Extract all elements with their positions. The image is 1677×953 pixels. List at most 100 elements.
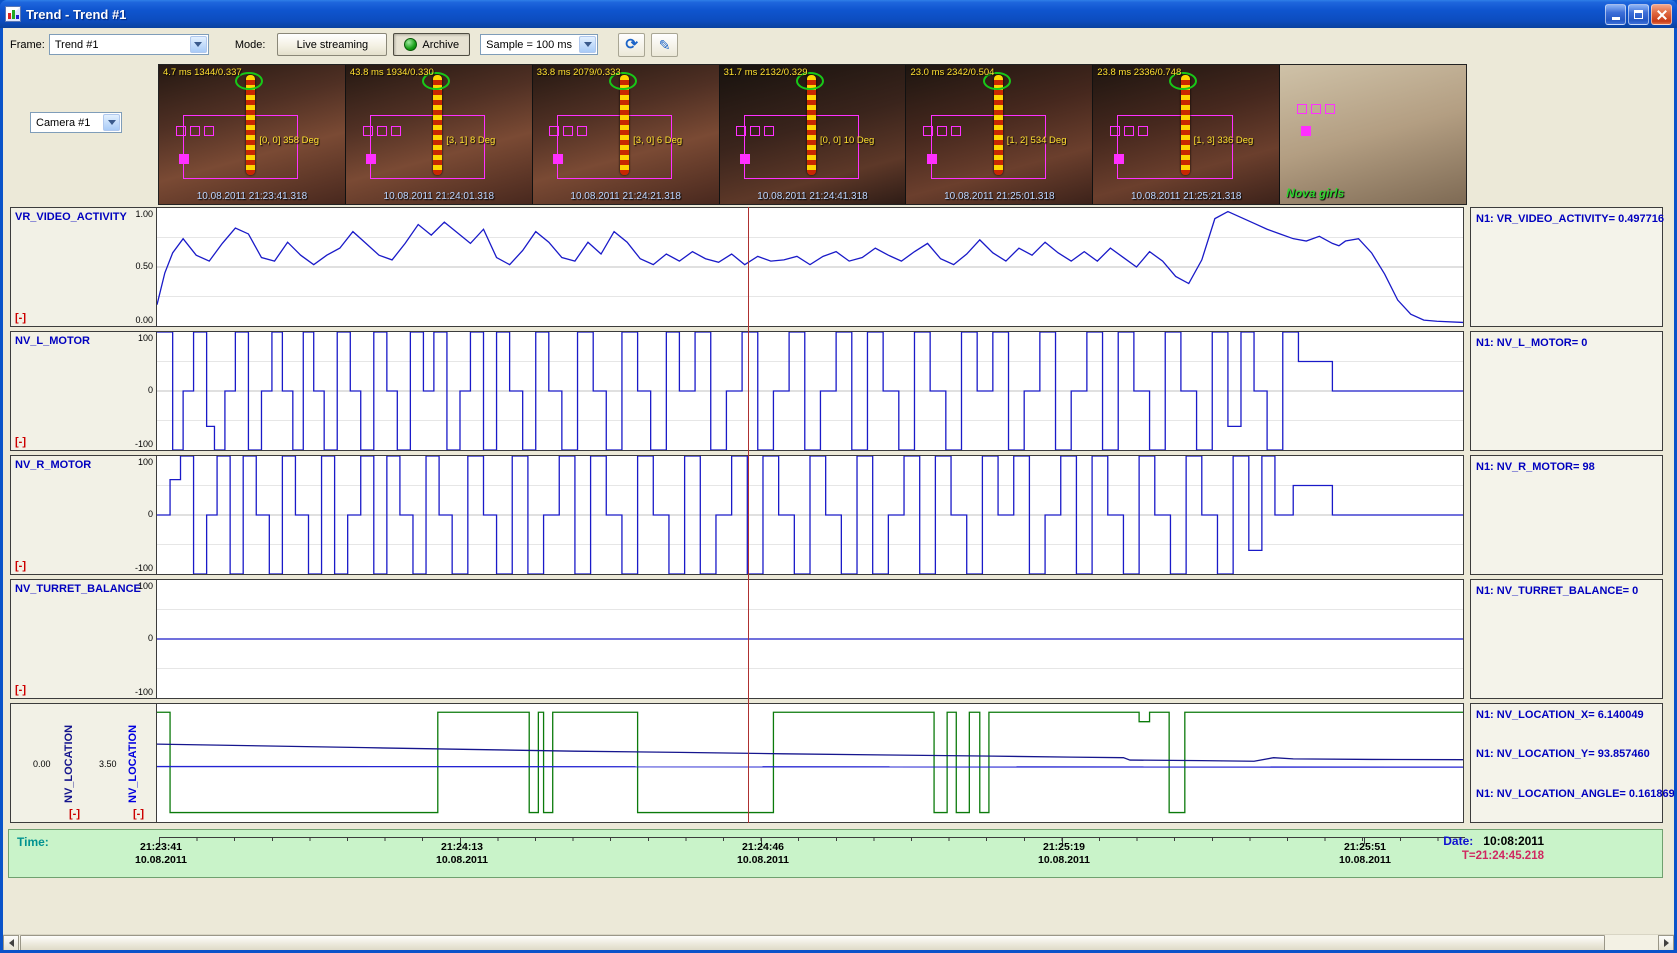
refresh-button[interactable]: ⟳ xyxy=(618,33,645,57)
camera-frame-5[interactable]: 23.0 ms 2342/0.504 [1, 2] 534 Deg 10.08.… xyxy=(906,65,1093,204)
detection-marker-icon xyxy=(1114,154,1124,164)
collapse-button[interactable]: [-] xyxy=(15,436,26,448)
frame-stats: 23.0 ms 2342/0.504 xyxy=(910,67,1090,78)
time-cursor[interactable] xyxy=(748,207,749,823)
camera-select[interactable]: Camera #1 xyxy=(30,112,122,133)
signal-name: NV_TURRET_BALANCE xyxy=(15,583,141,595)
time-tick: 21:25:1910.08.2011 xyxy=(1014,841,1114,867)
readout-panel-nv-turret-balance: N1: NV_TURRET_BALANCE= 0 xyxy=(1470,579,1663,699)
readout-panel-nv-r-motor: N1: NV_R_MOTOR= 98 xyxy=(1470,455,1663,575)
trend-line-chart xyxy=(157,704,1463,822)
frame-angle: [0, 0] 358 Deg xyxy=(259,135,319,146)
scale-min: -100 xyxy=(135,439,153,449)
pane-label-panel: NV_TURRET_BALANCE 100 0 -100 [-] xyxy=(11,580,157,698)
archive-button[interactable]: Archive xyxy=(393,33,470,56)
camera-frame-3[interactable]: 33.8 ms 2079/0.333 [3, 0] 6 Deg 10.08.20… xyxy=(533,65,720,204)
scale-min: 0.00 xyxy=(135,315,153,325)
detection-zone-icon xyxy=(931,115,1046,179)
plot-area-vr-video-activity[interactable] xyxy=(157,208,1463,326)
detection-marker-icon xyxy=(366,154,376,164)
frame-angle: [0, 0] 10 Deg xyxy=(820,135,874,146)
plot-area-nv-location[interactable] xyxy=(157,704,1463,822)
detection-zone-icon xyxy=(183,115,298,179)
close-icon xyxy=(1652,5,1671,24)
signal-readout: N1: NV_R_MOTOR= 98 xyxy=(1476,461,1595,473)
close-button[interactable] xyxy=(1651,4,1672,25)
camera-frame-7[interactable]: Nova girls xyxy=(1280,65,1466,204)
collapse-button[interactable]: [-] xyxy=(133,808,144,820)
scale-min: -100 xyxy=(135,687,153,697)
pane-label-panel: VR_VIDEO_ACTIVITY 1.00 0.50 0.00 [-] xyxy=(11,208,157,326)
detection-marker-icon xyxy=(1301,126,1311,136)
signal-name: NV_R_MOTOR xyxy=(15,459,91,471)
camera-frame-2[interactable]: 43.8 ms 1934/0.330 [3, 1] 8 Deg 10.08.20… xyxy=(346,65,533,204)
chevron-down-icon[interactable] xyxy=(190,36,207,53)
detection-squares-icon xyxy=(549,126,587,136)
chevron-down-icon[interactable] xyxy=(103,114,120,131)
frame-timestamp: 10.08.2011 21:23:41.318 xyxy=(159,191,345,202)
scrollbar-thumb[interactable] xyxy=(20,935,1605,951)
detection-squares-icon xyxy=(176,126,214,136)
collapse-button[interactable]: [-] xyxy=(15,312,26,324)
frame-angle: [3, 1] 8 Deg xyxy=(446,135,495,146)
scale-max: 1.00 xyxy=(135,209,153,219)
detection-squares-icon xyxy=(1110,126,1148,136)
arrow-right-icon xyxy=(1664,939,1669,947)
axis2-scale: 3.50 xyxy=(99,759,117,769)
maximize-icon xyxy=(1634,10,1643,19)
detection-marker-icon xyxy=(740,154,750,164)
time-tick: 21:25:5110.08.2011 xyxy=(1315,841,1415,867)
sample-select[interactable]: Sample = 100 ms xyxy=(480,34,598,55)
frame-stats: 33.8 ms 2079/0.333 xyxy=(537,67,717,78)
live-streaming-button[interactable]: Live streaming xyxy=(277,33,387,56)
arrow-left-icon xyxy=(9,939,14,947)
window-title: Trend - Trend #1 xyxy=(26,7,126,22)
scroll-right-button[interactable] xyxy=(1658,935,1674,951)
pane-label-panel: NV_L_MOTOR 100 0 -100 [-] xyxy=(11,332,157,450)
scale-mid: 0 xyxy=(148,509,153,519)
refresh-icon: ⟳ xyxy=(625,37,638,52)
detection-marker-icon xyxy=(553,154,563,164)
trend-pane-nv-location: 0.00 NV_LOCATION 3.50 NV_LOCATION [-] [-… xyxy=(10,703,1464,823)
pen-icon: ✎ xyxy=(659,38,671,52)
camera-frame-4[interactable]: 31.7 ms 2132/0.329 [0, 0] 10 Deg 10.08.2… xyxy=(720,65,907,204)
detection-zone-icon xyxy=(370,115,485,179)
frame-angle: [3, 0] 6 Deg xyxy=(633,135,682,146)
scale-min: -100 xyxy=(135,563,153,573)
minimize-button[interactable] xyxy=(1605,4,1626,25)
frame-select[interactable]: Trend #1 xyxy=(49,34,209,55)
edit-button[interactable]: ✎ xyxy=(651,33,678,57)
plot-area-nv-turret-balance[interactable] xyxy=(157,580,1463,698)
maximize-button[interactable] xyxy=(1628,4,1649,25)
collapse-button[interactable]: [-] xyxy=(69,808,80,820)
date-label: Date: xyxy=(1443,834,1473,848)
plot-area-nv-r-motor[interactable] xyxy=(157,456,1463,574)
trend-pane-nv-l-motor: NV_L_MOTOR 100 0 -100 [-] xyxy=(10,331,1464,451)
camera-frame-6[interactable]: 23.8 ms 2336/0.748 [1, 3] 336 Deg 10.08.… xyxy=(1093,65,1280,204)
collapse-button[interactable]: [-] xyxy=(15,684,26,696)
frame-stats: 23.8 ms 2336/0.748 xyxy=(1097,67,1277,78)
trend-pane-vr-video-activity: VR_VIDEO_ACTIVITY 1.00 0.50 0.00 [-] xyxy=(10,207,1464,327)
axis1-label: NV_LOCATION xyxy=(63,718,75,810)
detection-squares-icon xyxy=(363,126,401,136)
chevron-down-icon[interactable] xyxy=(579,36,596,53)
frame-select-value: Trend #1 xyxy=(55,39,99,51)
axis2-label: NV_LOCATION xyxy=(127,718,139,810)
trend-line-chart xyxy=(157,332,1463,450)
signal-readout: N1: NV_LOCATION_ANGLE= 0.161869 xyxy=(1476,788,1675,800)
scroll-left-button[interactable] xyxy=(3,935,19,951)
axis1-scale: 0.00 xyxy=(33,759,51,769)
video-thumbnail-strip: 4.7 ms 1344/0.337 [0, 0] 358 Deg 10.08.2… xyxy=(158,64,1467,205)
minimize-icon xyxy=(1612,17,1620,20)
signal-readout: N1: VR_VIDEO_ACTIVITY= 0.497716 xyxy=(1476,213,1664,225)
horizontal-scrollbar[interactable] xyxy=(3,934,1674,950)
title-bar[interactable]: Trend - Trend #1 xyxy=(0,0,1677,28)
readout-panel-nv-l-motor: N1: NV_L_MOTOR= 0 xyxy=(1470,331,1663,451)
collapse-button[interactable]: [-] xyxy=(15,560,26,572)
signal-readout: N1: NV_LOCATION_Y= 93.857460 xyxy=(1476,748,1650,760)
camera-frame-1[interactable]: 4.7 ms 1344/0.337 [0, 0] 358 Deg 10.08.2… xyxy=(159,65,346,204)
plot-area-nv-l-motor[interactable] xyxy=(157,332,1463,450)
readout-panel-vr-video-activity: N1: VR_VIDEO_ACTIVITY= 0.497716 xyxy=(1470,207,1663,327)
date-value: 10:08:2011 xyxy=(1483,834,1544,848)
frame-stats: 43.8 ms 1934/0.330 xyxy=(350,67,530,78)
